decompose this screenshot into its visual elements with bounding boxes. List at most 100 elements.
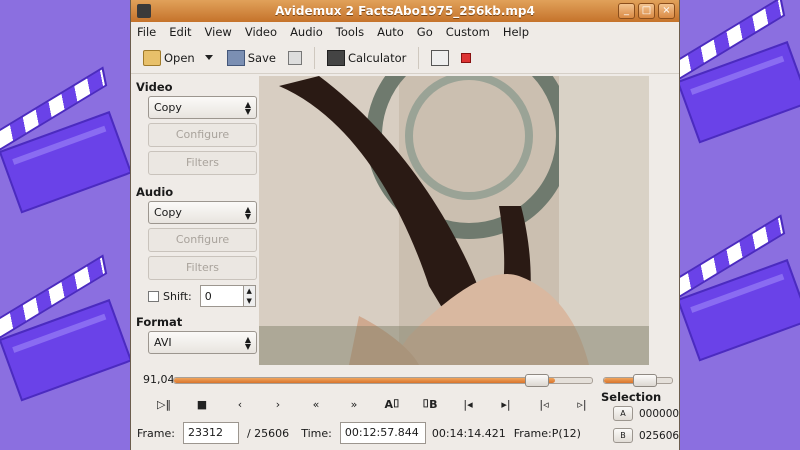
selection-b-value: 025606 (639, 429, 680, 442)
selection-b-row: B 025606 (613, 428, 679, 443)
volume-slider-handle[interactable] (632, 374, 657, 387)
next-keyframe-icon[interactable]: ▸| (487, 394, 525, 414)
format-section-label: Format (136, 315, 183, 329)
video-frame-image (259, 76, 649, 365)
toolbar: Open Save Calculator (131, 42, 679, 74)
total-frames: / 25606 (246, 426, 290, 440)
menu-edit[interactable]: Edit (169, 25, 191, 39)
clapperboard-decoration-left-top (0, 66, 133, 214)
fast-forward-icon[interactable]: » (335, 394, 373, 414)
play-icon[interactable]: ▷‖ (145, 394, 183, 414)
next-frame-icon[interactable]: › (259, 394, 297, 414)
audio-section-label: Audio (136, 185, 174, 199)
magnifier-icon (287, 50, 302, 65)
title-bar[interactable]: Avidemux 2 FactsAbo1975_256kb.mp4 _ □ × (131, 0, 679, 22)
format-value: AVI (154, 336, 172, 349)
prev-frame-icon[interactable]: ‹ (221, 394, 259, 414)
calculator-button[interactable]: Calculator (323, 48, 410, 68)
frame-input[interactable]: 23312 (182, 422, 239, 444)
stepper-arrows-icon[interactable]: ▲ ▼ (242, 286, 255, 306)
spin-arrows-icon: ▲ ▼ (244, 99, 251, 116)
audio-codec-select[interactable]: Copy ▲ ▼ (148, 201, 257, 224)
toolbar-separator (313, 46, 315, 69)
video-codec-value: Copy (154, 101, 182, 114)
video-filters-button[interactable]: Filters (148, 151, 257, 175)
preview-icon (431, 49, 450, 66)
maximize-button[interactable]: □ (638, 3, 655, 19)
output-button[interactable] (457, 51, 475, 65)
timeline-row: 91,04 (131, 370, 681, 390)
save-label: Save (247, 50, 276, 65)
selection-a-value: 000000 (639, 407, 680, 420)
goto-marker-a-button[interactable]: A (613, 406, 633, 421)
time-label: Time: (301, 426, 332, 440)
toolbar-separator (418, 46, 420, 69)
position-slider-handle[interactable] (524, 374, 549, 387)
total-time: 00:14:14.421 (431, 426, 506, 440)
open-button[interactable]: Open (139, 48, 199, 68)
calculator-icon (326, 49, 345, 66)
window-controls: _ □ × (618, 3, 675, 19)
preview-button[interactable] (427, 48, 453, 68)
previous-keyframe-icon[interactable]: |◂ (449, 394, 487, 414)
menu-tools[interactable]: Tools (336, 25, 364, 39)
video-codec-select[interactable]: Copy ▲ ▼ (148, 96, 257, 119)
position-value: 91,04 (143, 373, 175, 386)
time-input[interactable]: 00:12:57.844 (339, 422, 426, 444)
selection-a-row: A 000000 (613, 406, 679, 421)
frame-label: Frame: (137, 426, 175, 440)
shift-checkbox[interactable] (148, 290, 159, 302)
menu-video[interactable]: Video (245, 25, 277, 39)
shift-stepper[interactable]: 0 ▲ ▼ (199, 285, 256, 307)
audio-codec-value: Copy (154, 206, 182, 219)
stop-icon[interactable]: ■ (183, 394, 221, 414)
shift-label: Shift: (163, 289, 192, 303)
goto-marker-b-button[interactable]: B (613, 428, 633, 443)
audio-shift-row: Shift: 0 ▲ ▼ (148, 285, 259, 307)
set-marker-a-button[interactable]: A ⌷ (373, 394, 411, 414)
set-marker-b-button[interactable]: ⌷ B (411, 394, 449, 414)
video-section-label: Video (136, 80, 173, 94)
properties-button[interactable] (284, 49, 306, 67)
audio-filters-button[interactable]: Filters (148, 256, 257, 280)
menu-auto[interactable]: Auto (377, 25, 404, 39)
rewind-icon[interactable]: « (297, 394, 335, 414)
spin-arrows-icon: ▲ ▼ (244, 204, 251, 221)
save-button[interactable]: Save (223, 48, 280, 68)
menu-custom[interactable]: Custom (446, 25, 490, 39)
video-configure-button[interactable]: Configure (148, 123, 257, 147)
position-slider[interactable] (173, 374, 593, 387)
clapperboard-decoration-right-top (668, 0, 800, 144)
menu-help[interactable]: Help (503, 25, 529, 39)
audio-configure-button[interactable]: Configure (148, 228, 257, 252)
menu-view[interactable]: View (205, 25, 232, 39)
status-bar: Frame: 23312 / 25606 Time: 00:12:57.844 … (131, 421, 601, 445)
menu-file[interactable]: File (137, 25, 156, 39)
calculator-label: Calculator (347, 50, 407, 65)
open-recent-dropdown-icon[interactable] (204, 55, 213, 60)
video-preview[interactable] (259, 76, 649, 365)
menu-go[interactable]: Go (417, 25, 433, 39)
clapperboard-decoration-left-bottom (0, 254, 133, 402)
selection-label: Selection (601, 390, 662, 404)
format-select[interactable]: AVI ▲ ▼ (148, 331, 257, 354)
frame-type: Frame:P(12) (513, 426, 581, 440)
output-icon (461, 52, 472, 63)
volume-slider[interactable] (603, 374, 673, 387)
avidemux-window: Avidemux 2 FactsAbo1975_256kb.mp4 _ □ × … (130, 0, 680, 450)
menu-bar: File Edit View Video Audio Tools Auto Go… (131, 22, 679, 42)
window-title: Avidemux 2 FactsAbo1975_256kb.mp4 (275, 4, 535, 18)
open-label: Open (164, 50, 195, 65)
minimize-button[interactable]: _ (618, 3, 635, 19)
menu-audio[interactable]: Audio (290, 25, 323, 39)
goto-start-icon[interactable]: |◃ (525, 394, 563, 414)
codec-panel: Video Copy ▲ ▼ Configure Filters Audio Co… (135, 76, 259, 354)
shift-value: 0 (204, 289, 212, 303)
clapperboard-decoration-right-bottom (668, 214, 800, 362)
folder-icon (143, 49, 161, 66)
marker-b-label: B (429, 397, 438, 411)
marker-a-label: A (384, 397, 393, 411)
goto-end-icon[interactable]: ▹| (563, 394, 601, 414)
playback-controls: ▷‖ ■ ‹ › « » A ⌷ ⌷ B |◂ ▸| |◃ ▹| (145, 394, 601, 414)
close-button[interactable]: × (658, 3, 675, 19)
